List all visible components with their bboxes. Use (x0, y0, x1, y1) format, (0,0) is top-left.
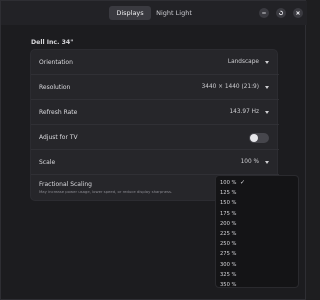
checkmark-icon: ✓ (240, 179, 246, 186)
scale-option[interactable]: 150 % (216, 198, 298, 208)
resolution-value: 3440 × 1440 (21:9) (201, 84, 259, 90)
scale-option[interactable]: 100 % ✓ (216, 178, 298, 188)
settings-window: Displays Night Light Dell Inc. 34" Orien… (0, 0, 307, 300)
refresh-rate-row[interactable]: Refresh Rate 143.97 Hz (31, 100, 279, 125)
close-button[interactable] (293, 8, 303, 18)
view-switcher: Displays Night Light (109, 6, 197, 20)
scale-value: 100 % (240, 159, 259, 165)
restore-button[interactable] (276, 8, 286, 18)
chevron-down-icon (265, 161, 269, 164)
scale-option[interactable]: 125 % (216, 188, 298, 198)
adjust-for-tv-toggle[interactable] (249, 133, 269, 143)
orientation-label: Orientation (39, 59, 73, 66)
fractional-scaling-description: May increase power usage, lower speed, o… (39, 189, 173, 194)
chevron-down-icon (265, 61, 269, 64)
restore-icon (278, 10, 284, 16)
chevron-down-icon (265, 86, 269, 89)
orientation-value: Landscape (227, 59, 259, 65)
scale-option[interactable]: 200 % (216, 219, 298, 229)
adjust-for-tv-label: Adjust for TV (39, 134, 78, 141)
scale-dropdown-menu: 100 % ✓ 125 % 150 % 175 % 200 % 225 % 250… (215, 175, 299, 288)
scale-option[interactable]: 300 % (216, 260, 298, 270)
scale-option[interactable]: 275 % (216, 249, 298, 259)
fractional-scaling-label: Fractional Scaling (39, 181, 92, 188)
scale-option[interactable]: 225 % (216, 229, 298, 239)
scale-option[interactable]: 250 % (216, 239, 298, 249)
scale-option[interactable]: 175 % (216, 209, 298, 219)
scale-row[interactable]: Scale 100 % (31, 150, 279, 175)
tab-night-light[interactable]: Night Light (151, 6, 197, 20)
resolution-label: Resolution (39, 84, 71, 91)
toggle-knob (250, 134, 258, 142)
minimize-icon (262, 12, 266, 14)
scale-option[interactable]: 325 % (216, 270, 298, 280)
orientation-row[interactable]: Orientation Landscape (31, 50, 279, 75)
header-bar: Displays Night Light (1, 1, 307, 25)
minimize-button[interactable] (259, 8, 269, 18)
scale-label: Scale (39, 159, 56, 166)
scale-option[interactable]: 350 % (216, 280, 298, 290)
chevron-down-icon (265, 111, 269, 114)
close-icon (296, 11, 300, 15)
tab-displays[interactable]: Displays (109, 6, 151, 20)
refresh-rate-value: 143.97 Hz (229, 109, 259, 115)
resolution-row[interactable]: Resolution 3440 × 1440 (21:9) (31, 75, 279, 100)
refresh-rate-label: Refresh Rate (39, 109, 78, 116)
adjust-for-tv-row: Adjust for TV (31, 125, 279, 150)
monitor-name: Dell Inc. 34" (31, 39, 74, 46)
